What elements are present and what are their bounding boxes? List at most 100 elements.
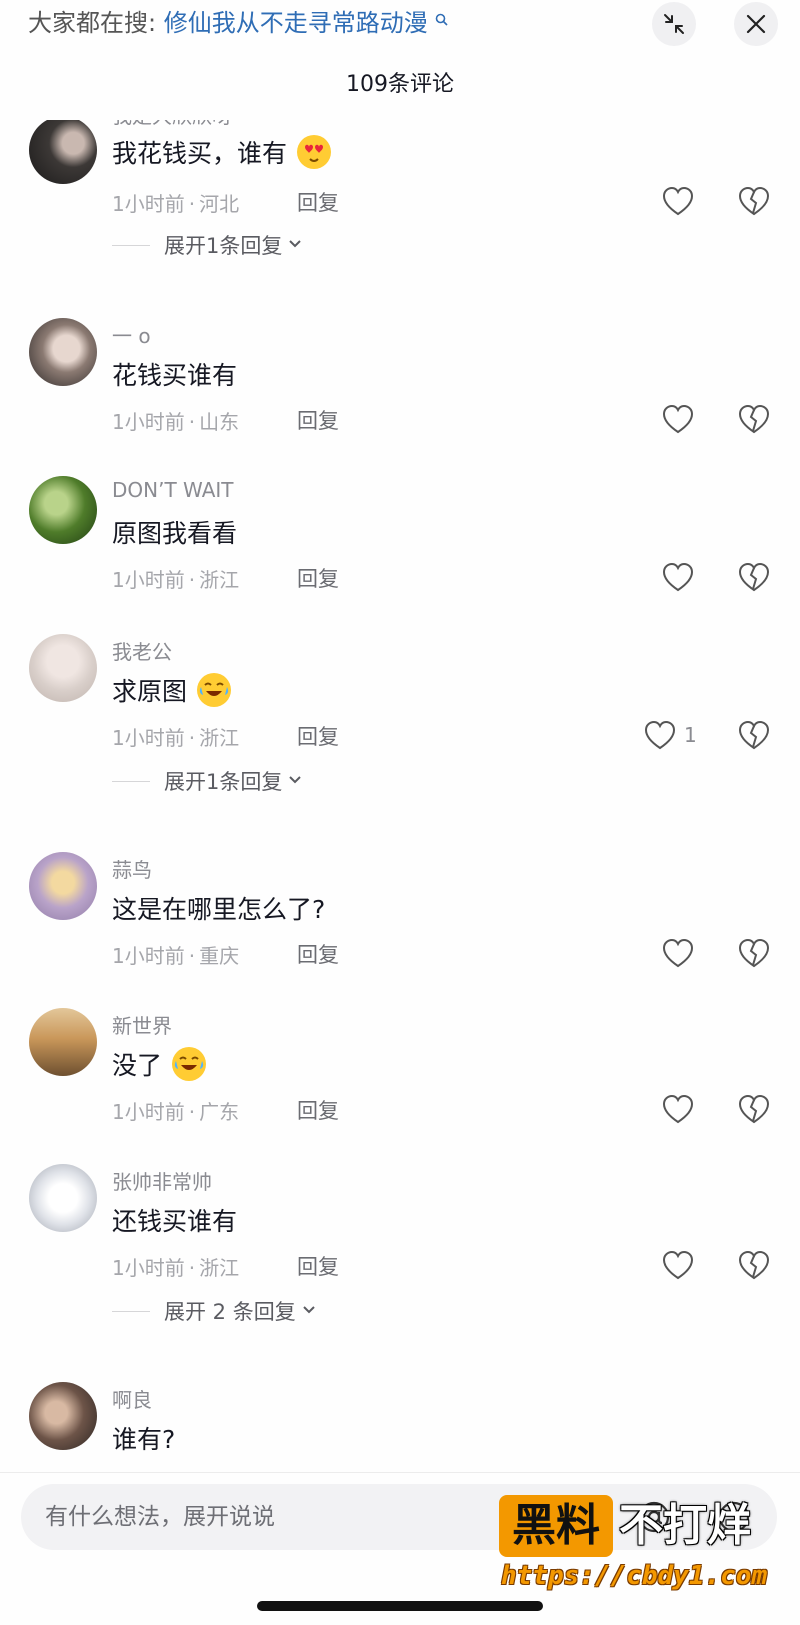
collapse-icon [664,14,684,34]
avatar[interactable] [29,1008,97,1076]
comment-text: 我花钱买，谁有 [112,134,331,172]
comment-item: 张帅非常帅 还钱买谁有 1小时前 · 浙江 回复 展开 2 条回复 [0,1164,800,1364]
comment-time: 1小时前 [112,726,185,750]
trending-search-hint[interactable]: 大家都在搜: 修仙我从不走寻常路动漫 [28,8,448,38]
comment-time: 1小时前 [112,1100,185,1124]
avatar[interactable] [29,318,97,386]
comment-location: 浙江 [199,1256,240,1280]
dislike-button[interactable] [736,184,772,220]
reply-button[interactable]: 回复 [297,939,339,969]
expand-replies-label: 展开 2 条回复 [164,1300,296,1324]
comment-text: 还钱买谁有 [112,1207,238,1236]
comment-username[interactable]: 一 o [112,320,151,349]
dislike-button[interactable] [736,402,772,438]
heart-icon [644,720,676,750]
divider [112,1310,150,1312]
comment-username[interactable]: 蒜鸟 [112,854,152,883]
expand-replies-button[interactable]: 展开1条回复 [112,230,302,260]
comment-username[interactable]: DON’T WAIT [112,478,234,502]
reply-button[interactable]: 回复 [297,1251,339,1281]
dislike-button[interactable] [736,1092,772,1128]
comment-meta: 1小时前 · 广东 [112,1100,240,1124]
comment-text-body: 求原图 [112,677,188,706]
comment-text-body: 我花钱买，谁有 [112,139,288,168]
broken-heart-icon [738,938,770,968]
comment-username[interactable]: 我是大欣欣呀 [112,120,232,129]
comment-meta: 1小时前 · 重庆 [112,944,240,968]
like-button[interactable] [660,936,696,972]
broken-heart-icon [738,186,770,216]
reply-button[interactable]: 回复 [297,187,339,217]
comment-location: 河北 [199,192,240,216]
home-indicator[interactable] [257,1601,543,1611]
heart-eyes-emoji-icon [296,135,331,169]
crying-laughing-emoji-icon [171,1047,206,1081]
site-watermark: 黑料 不打烊 https://cbdy1.com [499,1495,779,1615]
comment-text: 原图我看看 [112,519,238,548]
heart-icon [662,404,694,434]
chevron-down-icon [302,1303,316,1319]
like-button[interactable] [660,1092,696,1128]
comment-meta: 1小时前 · 浙江 [112,726,240,750]
trending-search-prefix: 大家都在搜: [28,9,157,37]
collapse-button[interactable] [652,2,696,46]
comment-count-title: 109条评论 [346,72,454,97]
avatar[interactable] [29,634,97,702]
expand-replies-label: 展开1条回复 [164,770,283,794]
avatar[interactable] [29,476,97,544]
comment-time: 1小时前 [112,410,185,434]
comment-username[interactable]: 张帅非常帅 [112,1166,212,1195]
expand-replies-button[interactable]: 展开 2 条回复 [112,1296,316,1326]
expand-replies-button[interactable]: 展开1条回复 [112,766,302,796]
like-button[interactable] [660,560,696,596]
broken-heart-icon [738,404,770,434]
heart-icon [662,1250,694,1280]
reply-button[interactable]: 回复 [297,563,339,593]
comment-username[interactable]: 我老公 [112,636,172,665]
divider [112,780,150,782]
dislike-button[interactable] [736,936,772,972]
comment-item: 我老公 求原图 1小时前 · 浙江 回复 1 展开1条回复 [0,634,800,834]
like-button[interactable] [660,402,696,438]
reply-button[interactable]: 回复 [297,1095,339,1125]
reply-button[interactable]: 回复 [297,721,339,751]
trending-search-term[interactable]: 修仙我从不走寻常路动漫 [164,9,428,37]
close-button[interactable] [734,2,778,46]
comment-text-body: 没了 [112,1051,163,1080]
avatar[interactable] [29,1382,97,1450]
top-bar: 大家都在搜: 修仙我从不走寻常路动漫 [0,0,800,50]
comment-text: 花钱买谁有 [112,361,238,390]
comment-location: 浙江 [199,726,240,750]
broken-heart-icon [738,562,770,592]
dislike-button[interactable] [736,1248,772,1284]
comment-username[interactable]: 啊良 [112,1384,152,1413]
comment-item: 啊良 谁有? [0,1382,800,1472]
avatar[interactable] [29,852,97,920]
chevron-down-icon [288,773,302,789]
comment-location: 重庆 [199,944,240,968]
like-button[interactable] [660,1248,696,1284]
like-button[interactable] [660,184,696,220]
dislike-button[interactable] [736,718,772,754]
comment-text: 谁有? [112,1425,176,1454]
watermark-text: 不打烊 [619,1500,751,1551]
comment-meta: 1小时前 · 浙江 [112,1256,240,1280]
comment-username[interactable]: 新世界 [112,1010,172,1039]
close-icon [746,14,766,34]
comment-meta: 1小时前 · 河北 [112,192,240,216]
comment-time: 1小时前 [112,1256,185,1280]
comment-item: 我是大欣欣呀 我花钱买，谁有 1小时前·河北 回复 展开1条回复 [0,120,800,306]
comment-time: 1小时前 [112,192,185,216]
like-button[interactable] [642,718,678,754]
comment-time: 1小时前 [112,568,185,592]
reply-button[interactable]: 回复 [297,405,339,435]
comment-meta: 1小时前 · 浙江 [112,568,240,592]
comment-meta: 1小时前 · 山东 [112,410,240,434]
crying-laughing-emoji-icon [196,673,231,707]
comment-list[interactable]: 我是大欣欣呀 我花钱买，谁有 1小时前·河北 回复 展开1条回复 一 o 花 [0,120,800,1472]
dislike-button[interactable] [736,560,772,596]
comment-text: 求原图 [112,672,231,710]
avatar[interactable] [29,120,97,184]
comment-time: 1小时前 [112,944,185,968]
avatar[interactable] [29,1164,97,1232]
